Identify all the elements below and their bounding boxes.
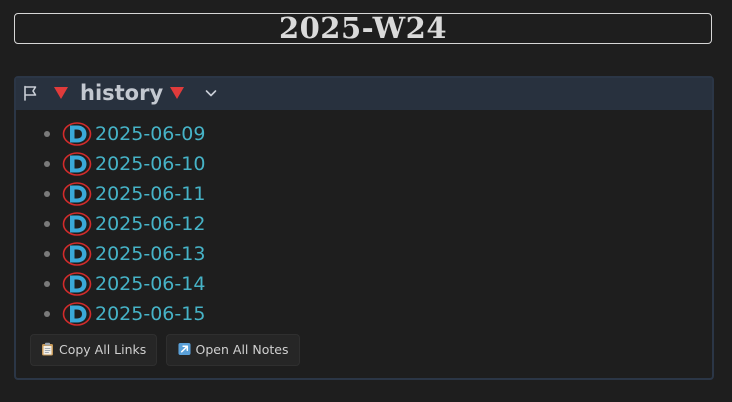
daily-note-link[interactable]: 2025-06-15 xyxy=(95,300,205,328)
daily-note-link[interactable]: 2025-06-11 xyxy=(95,180,205,208)
open-all-notes-label: Open All Notes xyxy=(195,342,289,357)
list-item: 2025-06-10 xyxy=(16,150,296,180)
date-list: 2025-06-09 2025-06-10 2025-06-11 2025-06-12… xyxy=(16,120,296,330)
arrow-up-right-icon xyxy=(177,342,191,356)
open-all-notes-button[interactable]: Open All Notes xyxy=(166,334,300,366)
list-item: 2025-06-11 xyxy=(16,180,296,210)
callout-title: history xyxy=(80,81,164,105)
bullet-dot xyxy=(44,131,50,137)
daily-note-link[interactable]: 2025-06-14 xyxy=(95,270,205,298)
copy-all-links-label: Copy All Links xyxy=(59,342,147,357)
daily-note-d-icon xyxy=(62,152,92,176)
page: 2025-W24 history 2025-06-09 2025-06-10 202… xyxy=(0,0,732,402)
list-item: 2025-06-15 xyxy=(16,300,296,330)
history-callout: history 2025-06-09 2025-06-10 2025-06-11 20… xyxy=(14,76,714,380)
daily-note-link[interactable]: 2025-06-10 xyxy=(95,150,205,178)
clipboard-icon xyxy=(42,342,53,356)
list-item: 2025-06-12 xyxy=(16,210,296,240)
daily-note-d-icon xyxy=(62,302,92,326)
daily-note-link[interactable]: 2025-06-12 xyxy=(95,210,205,238)
page-title: 2025-W24 xyxy=(14,13,712,44)
flag-icon xyxy=(24,85,37,101)
daily-note-link[interactable]: 2025-06-09 xyxy=(95,120,205,148)
list-item: 2025-06-14 xyxy=(16,270,296,300)
bullet-dot xyxy=(44,191,50,197)
list-item: 2025-06-09 xyxy=(16,120,296,150)
bullet-dot xyxy=(44,281,50,287)
bullet-dot xyxy=(44,161,50,167)
daily-note-d-icon xyxy=(62,242,92,266)
callout-header[interactable]: history xyxy=(16,78,712,110)
list-item: 2025-06-13 xyxy=(16,240,296,270)
daily-note-d-icon xyxy=(62,212,92,236)
bullet-dot xyxy=(44,251,50,257)
bullet-dot xyxy=(44,221,50,227)
daily-note-d-icon xyxy=(62,182,92,206)
red-triangle-icon xyxy=(170,87,184,99)
copy-all-links-button[interactable]: Copy All Links xyxy=(30,334,157,366)
chevron-down-icon[interactable] xyxy=(204,86,218,100)
daily-note-d-icon xyxy=(62,122,92,146)
red-triangle-icon xyxy=(54,87,68,99)
bullet-dot xyxy=(44,311,50,317)
daily-note-link[interactable]: 2025-06-13 xyxy=(95,240,205,268)
daily-note-d-icon xyxy=(62,272,92,296)
